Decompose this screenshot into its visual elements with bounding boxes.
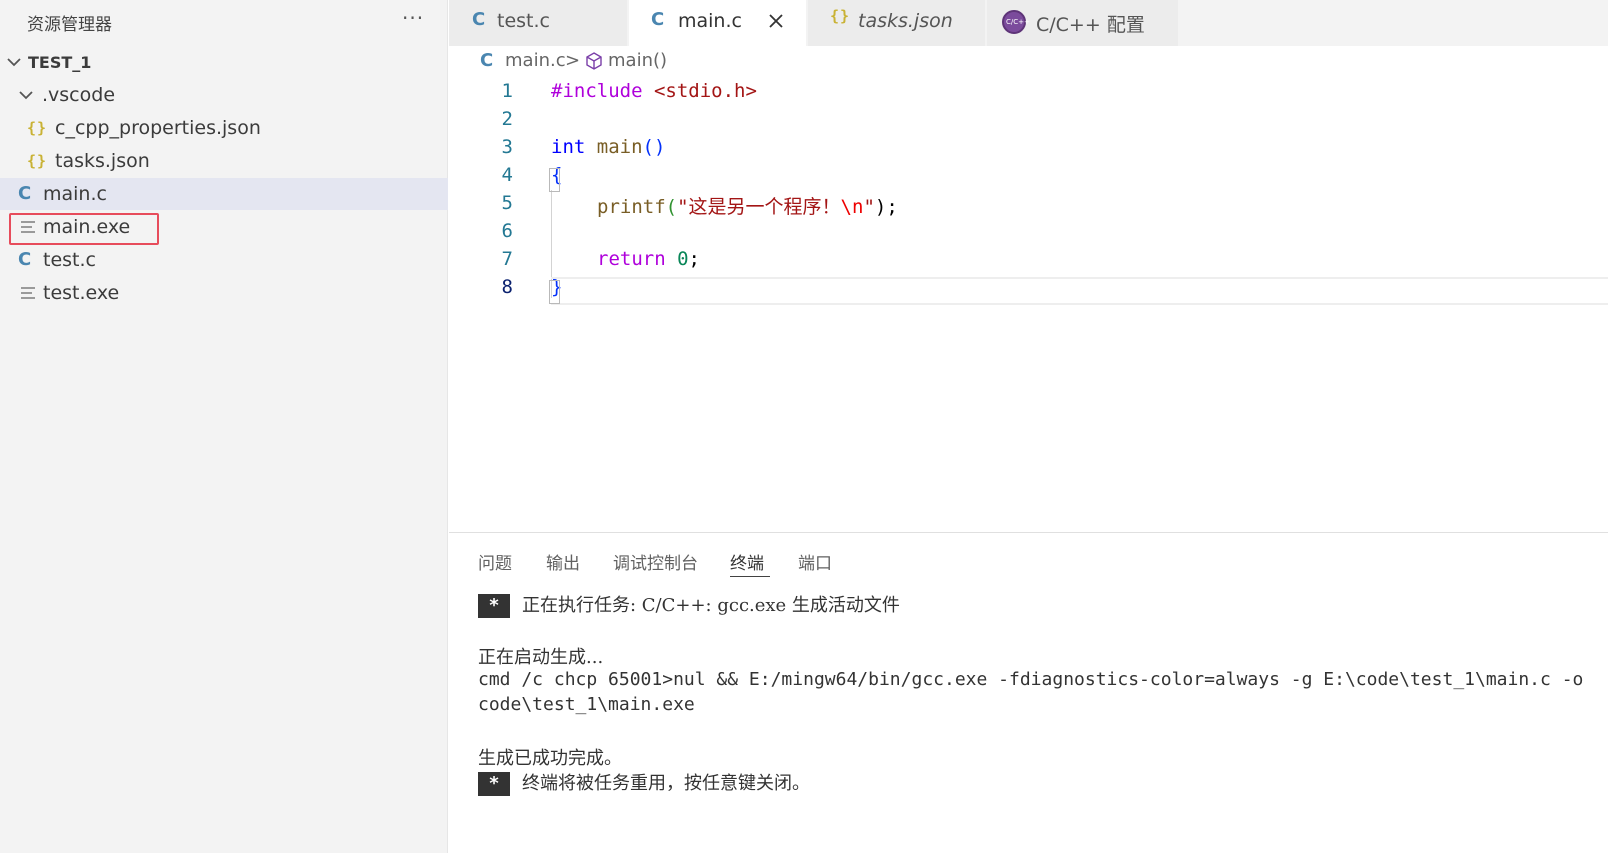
chevron-down-icon — [18, 83, 36, 107]
chevron-down-icon — [6, 50, 24, 74]
panel-tab-problems[interactable]: 问题 — [478, 549, 512, 574]
code-line: 6 — [449, 220, 1608, 248]
tab-label: tasks.json — [858, 10, 953, 32]
tab-test-c[interactable]: C test.c — [449, 0, 628, 46]
line-number: 3 — [501, 136, 513, 158]
close-icon[interactable] — [766, 11, 786, 31]
json-icon: {} — [830, 7, 851, 25]
editor-tab-bar: C test.c C main.c {} tasks.json C/C++ C/… — [449, 0, 1608, 46]
line-number: 1 — [501, 80, 513, 102]
code-line: 5 printf("这是另一个程序！\n"); — [449, 192, 1608, 220]
bottom-panel: 问题 输出 调试控制台 终端 端口 * 正在执行任务: C/C++: gcc.ex… — [449, 532, 1608, 853]
tree-root-test1[interactable]: TEST_1 — [0, 46, 448, 78]
c-file-icon: C — [472, 9, 486, 30]
code-line: 1 #include <stdio.h> — [449, 80, 1608, 108]
tree-item-test-c[interactable]: C test.c — [0, 244, 448, 276]
explorer-title: 资源管理器 — [27, 15, 112, 35]
code-text: return 0; — [597, 248, 700, 270]
terminal-text: 终端将被任务重用，按任意键关闭。 — [522, 773, 810, 794]
tab-cpp-config[interactable]: C/C++ C/C++ 配置 — [987, 0, 1179, 46]
tree-item-test-exe[interactable]: test.exe — [0, 277, 448, 309]
code-line: 7 return 0; — [449, 248, 1608, 276]
line-number: 4 — [501, 164, 513, 186]
token-semicolon: ; — [688, 248, 700, 270]
breadcrumb-symbol[interactable]: main() — [608, 50, 667, 71]
c-file-icon: C — [18, 249, 32, 270]
tree-item-label: test.exe — [43, 282, 120, 304]
code-line: 4 { — [449, 164, 1608, 192]
token-function: printf — [597, 196, 666, 218]
json-icon: {} — [27, 119, 48, 137]
panel-tab-debug-console[interactable]: 调试控制台 — [613, 549, 698, 574]
token-close: ); — [874, 196, 898, 218]
bracket-match-highlight — [549, 280, 560, 304]
panel-tab-ports[interactable]: 端口 — [798, 549, 832, 574]
code-text: printf("这是另一个程序！\n"); — [597, 192, 898, 219]
tree-folder-vscode[interactable]: .vscode — [0, 79, 448, 111]
line-number: 8 — [501, 276, 513, 298]
annotation-highlight-box — [9, 213, 159, 245]
line-number: 7 — [501, 248, 513, 270]
panel-tab-terminal[interactable]: 终端 — [730, 549, 764, 574]
current-line-highlight — [551, 277, 1608, 305]
code-text: int main() — [551, 136, 665, 158]
terminal-command-cont: code\test_1\main.exe — [478, 694, 695, 715]
cpp-config-icon: C/C++ — [1002, 10, 1030, 34]
json-icon: {} — [27, 152, 48, 170]
token-paren: ( — [665, 196, 678, 218]
task-star-badge: * — [478, 772, 510, 796]
tree-item-label: main.c — [43, 183, 107, 205]
tree-item-label: c_cpp_properties.json — [55, 117, 261, 139]
c-file-icon: C — [18, 183, 32, 204]
terminal-reuse-line: * 终端将被任务重用，按任意键关闭。 — [478, 769, 810, 796]
token-directive: #include — [551, 80, 643, 102]
token-parens: () — [642, 136, 666, 158]
breadcrumb-separator: > — [565, 50, 581, 71]
tree-item-c-cpp-properties[interactable]: {} c_cpp_properties.json — [0, 112, 448, 144]
tab-tasks-json[interactable]: {} tasks.json — [808, 0, 986, 46]
c-file-icon: C — [480, 50, 494, 71]
binary-file-icon — [21, 287, 35, 301]
tab-main-c[interactable]: C main.c — [629, 0, 807, 46]
tab-label: test.c — [497, 10, 550, 32]
explorer-header: 资源管理器 ··· — [0, 0, 448, 44]
token-function: main — [596, 136, 643, 158]
line-number: 2 — [501, 108, 513, 130]
code-line: 3 int main() — [449, 136, 1608, 164]
tree-item-main-c[interactable]: C main.c — [0, 178, 448, 210]
terminal-command: cmd /c chcp 65001>nul && E:/mingw64/bin/… — [478, 669, 1584, 690]
tab-label: main.c — [678, 10, 742, 32]
token-type: int — [551, 136, 586, 158]
token-header: <stdio.h> — [653, 80, 757, 102]
c-file-icon: C — [651, 9, 665, 30]
code-line: 2 — [449, 108, 1608, 136]
token-number: 0 — [677, 248, 689, 270]
terminal-success: 生成已成功完成。 — [478, 748, 622, 769]
panel-tab-output[interactable]: 输出 — [546, 549, 580, 574]
more-actions-icon[interactable]: ··· — [402, 6, 424, 30]
token-string: "这是另一个程序！ — [677, 196, 841, 218]
tree-item-label: test.c — [43, 249, 96, 271]
terminal-text: 正在执行任务: C/C++: gcc.exe 生成活动文件 — [522, 595, 900, 616]
line-number: 5 — [501, 192, 513, 214]
task-star-badge: * — [478, 594, 510, 618]
tree-item-label: tasks.json — [55, 150, 150, 172]
active-tab-underline — [730, 576, 770, 577]
token-escape: \n — [840, 196, 864, 218]
token-string-end: " — [863, 196, 875, 218]
code-text: #include <stdio.h> — [551, 80, 757, 102]
tab-label: C/C++ 配置 — [1036, 14, 1145, 36]
code-editor[interactable]: 1 #include <stdio.h> 2 3 int main() 4 { … — [449, 80, 1608, 532]
bracket-match-highlight — [549, 168, 560, 192]
tree-item-tasks-json[interactable]: {} tasks.json — [0, 145, 448, 177]
terminal-text: 正在启动生成... — [478, 647, 604, 668]
cube-symbol-icon — [584, 51, 604, 76]
line-number: 6 — [501, 220, 513, 242]
terminal-task-line: * 正在执行任务: C/C++: gcc.exe 生成活动文件 — [478, 591, 900, 618]
token-keyword: return — [597, 248, 666, 270]
tree-root-label: TEST_1 — [28, 53, 92, 72]
tree-folder-label: .vscode — [42, 84, 116, 106]
breadcrumb-file[interactable]: main.c — [505, 50, 566, 71]
explorer-sidebar: 资源管理器 ··· TEST_1 .vscode {} c_cpp_proper… — [0, 0, 448, 853]
